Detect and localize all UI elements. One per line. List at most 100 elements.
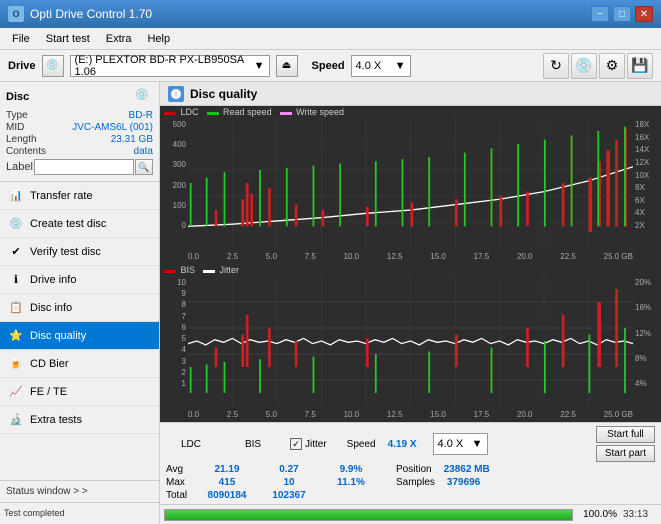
app-title: Opti Drive Control 1.70 xyxy=(30,7,152,21)
maximize-button[interactable]: □ xyxy=(613,6,631,22)
title-bar: O Opti Drive Control 1.70 − □ ✕ xyxy=(0,0,661,28)
nav-disc-info[interactable]: 📋 Disc info xyxy=(0,294,159,322)
nav-extra-tests[interactable]: 🔬 Extra tests xyxy=(0,406,159,434)
main-layout: Disc 💿 Type BD-R MID JVC-AMS6L (001) Len… xyxy=(0,82,661,524)
progress-bar-container xyxy=(164,509,573,521)
verify-test-disc-icon: ✔ xyxy=(8,244,24,260)
nav-drive-info-label: Drive info xyxy=(30,274,76,286)
legend-bis: BIS xyxy=(164,265,195,275)
total-bis: 102367 xyxy=(264,490,314,501)
type-label: Type xyxy=(6,110,28,121)
svg-text:i: i xyxy=(175,90,177,99)
disc-icon[interactable]: 💿 xyxy=(571,53,597,79)
total-label: Total xyxy=(166,490,190,501)
extra-tests-icon: 🔬 xyxy=(8,412,24,428)
progress-bar-fill xyxy=(165,510,572,520)
status-window-toggle[interactable]: Status window > > xyxy=(0,481,159,503)
nav-disc-info-label: Disc info xyxy=(30,302,72,314)
chart2-y-axis-left: 10987654321 xyxy=(160,276,188,390)
chart1-y-axis-right: 18X16X14X12X10X8X6X4X2X xyxy=(633,118,661,232)
nav-drive-info[interactable]: ℹ Drive info xyxy=(0,266,159,294)
max-jitter: 11.1% xyxy=(326,477,376,488)
speed-stat-value: 4.19 X xyxy=(388,439,417,450)
bis-col-label: BIS xyxy=(228,439,278,450)
speed-dropdown-value: 4.0 X xyxy=(438,438,464,450)
stats-row-3: Max 415 10 11.1% Samples 379696 xyxy=(166,477,655,488)
contents-value: data xyxy=(134,146,153,157)
disc-quality-header-icon: i xyxy=(168,86,184,102)
close-button[interactable]: ✕ xyxy=(635,6,653,22)
menu-help[interactable]: Help xyxy=(139,31,178,47)
mid-label: MID xyxy=(6,122,24,133)
nav-transfer-rate[interactable]: 📊 Transfer rate xyxy=(0,182,159,210)
drive-icon-button[interactable]: 💿 xyxy=(42,55,64,77)
samples-label: Samples xyxy=(396,477,435,488)
disc-quality-title: Disc quality xyxy=(190,87,257,101)
chart2-legend: BIS Jitter xyxy=(160,264,661,276)
bottom-controls: LDC BIS ✓ Jitter Speed 4.19 X 4.0 X ▼ St… xyxy=(160,422,661,504)
jitter-label: Jitter xyxy=(305,439,327,450)
position-label: Position xyxy=(396,464,432,475)
time-text: 33:13 xyxy=(623,509,657,520)
start-part-button[interactable]: Start part xyxy=(596,445,655,462)
nav-items: 📊 Transfer rate 💿 Create test disc ✔ Ver… xyxy=(0,182,159,480)
speed-value: 4.0 X xyxy=(356,60,382,72)
start-buttons: Start full Start part xyxy=(596,426,655,462)
stats-row-2: Avg 21.19 0.27 9.9% Position 23862 MB xyxy=(166,464,655,475)
nav-cd-bier[interactable]: 🍺 CD Bier xyxy=(0,350,159,378)
avg-ldc: 21.19 xyxy=(202,464,252,475)
drive-bar: Drive 💿 (E:) PLEXTOR BD-R PX-LB950SA 1.0… xyxy=(0,50,661,82)
menu-file[interactable]: File xyxy=(4,31,38,47)
nav-verify-test-disc[interactable]: ✔ Verify test disc xyxy=(0,238,159,266)
chart1-x-axis: 0.02.55.07.510.012.515.017.520.022.525.0… xyxy=(160,248,661,264)
menu-extra[interactable]: Extra xyxy=(98,31,140,47)
total-ldc: 8090184 xyxy=(202,490,252,501)
stats-row-4: Total 8090184 102367 xyxy=(166,490,655,501)
bottom-progress-bar-row: 100.0% 33:13 xyxy=(160,504,661,524)
nav-disc-quality[interactable]: ⭐ Disc quality xyxy=(0,322,159,350)
settings-icon[interactable]: ⚙ xyxy=(599,53,625,79)
chart1-svg xyxy=(188,118,633,248)
label-input[interactable] xyxy=(34,159,134,175)
stats-row-1: LDC BIS ✓ Jitter Speed 4.19 X 4.0 X ▼ St… xyxy=(166,426,655,462)
nav-cd-bier-label: CD Bier xyxy=(30,358,69,370)
chart-ldc: LDC Read speed Write speed 5004003002001… xyxy=(160,106,661,264)
toolbar-icons: ↻ 💿 ⚙ 💾 xyxy=(543,53,653,79)
legend-jitter: Jitter xyxy=(203,265,239,275)
disc-quality-icon: ⭐ xyxy=(8,328,24,344)
disc-section: Disc 💿 Type BD-R MID JVC-AMS6L (001) Len… xyxy=(0,82,159,182)
start-full-button[interactable]: Start full xyxy=(596,426,655,443)
menu-start-test[interactable]: Start test xyxy=(38,31,98,47)
cd-bier-icon: 🍺 xyxy=(8,356,24,372)
chart2-svg xyxy=(188,276,633,406)
chart1-inner: 5004003002001000 18X16X14X12X10X8X6X4X2X xyxy=(160,118,661,248)
save-icon[interactable]: 💾 xyxy=(627,53,653,79)
chart1-y-axis-left: 5004003002001000 xyxy=(160,118,188,232)
chart-bis: BIS Jitter 10987654321 20%16%12%8%4% xyxy=(160,264,661,422)
content-area: i Disc quality LDC Read speed xyxy=(160,82,661,524)
disc-section-icon: 💿 xyxy=(135,88,153,106)
minimize-button[interactable]: − xyxy=(591,6,609,22)
drive-selector[interactable]: (E:) PLEXTOR BD-R PX-LB950SA 1.06 ▼ xyxy=(70,55,270,77)
chart2-y-axis-right: 20%16%12%8%4% xyxy=(633,276,661,390)
eject-button[interactable]: ⏏ xyxy=(276,55,298,77)
speed-dropdown[interactable]: 4.0 X ▼ xyxy=(433,433,488,455)
disc-section-title: Disc xyxy=(6,91,29,103)
refresh-icon[interactable]: ↻ xyxy=(543,53,569,79)
jitter-checkbox[interactable]: ✓ xyxy=(290,438,302,450)
avg-bis: 0.27 xyxy=(264,464,314,475)
nav-create-test-disc[interactable]: 💿 Create test disc xyxy=(0,210,159,238)
nav-fe-te[interactable]: 📈 FE / TE xyxy=(0,378,159,406)
create-test-disc-icon: 💿 xyxy=(8,216,24,232)
position-value: 23862 MB xyxy=(444,464,490,475)
avg-label: Avg xyxy=(166,464,190,475)
jitter-checkbox-row: ✓ Jitter xyxy=(290,438,327,450)
speed-selector[interactable]: 4.0 X ▼ xyxy=(351,55,411,77)
speed-label: Speed xyxy=(312,60,345,72)
mid-value: JVC-AMS6L (001) xyxy=(72,122,153,133)
drive-select-value: (E:) PLEXTOR BD-R PX-LB950SA 1.06 xyxy=(75,54,254,78)
contents-label: Contents xyxy=(6,146,46,157)
fe-te-icon: 📈 xyxy=(8,384,24,400)
nav-create-test-disc-label: Create test disc xyxy=(30,218,106,230)
label-search-button[interactable]: 🔍 xyxy=(135,159,153,175)
